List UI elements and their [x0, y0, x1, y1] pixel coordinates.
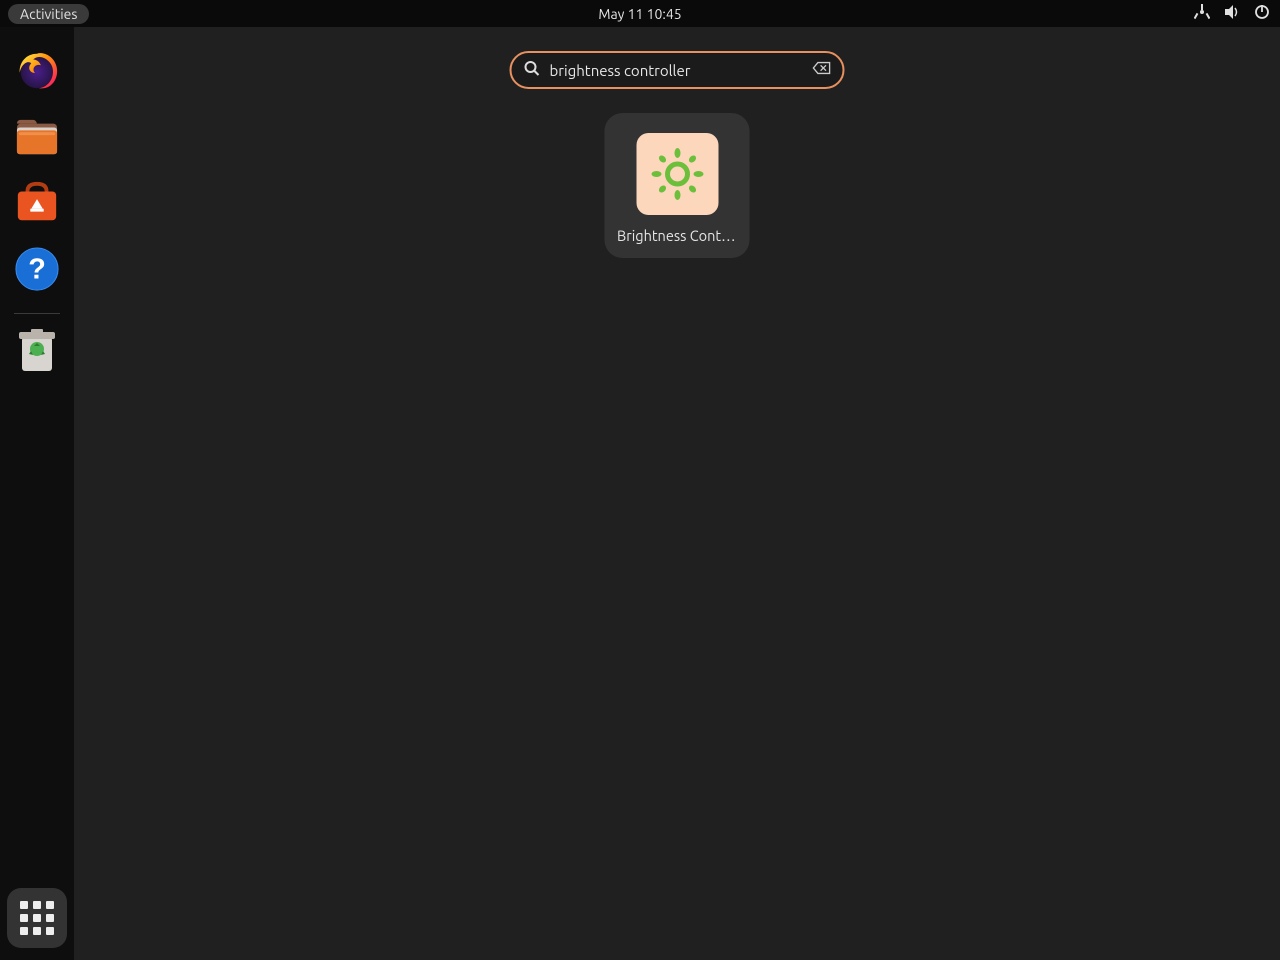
apps-grid-icon — [20, 901, 54, 935]
top-bar: Activities May 11 10:45 — [0, 0, 1280, 27]
help-icon: ? — [14, 246, 60, 292]
volume-icon[interactable] — [1224, 4, 1240, 23]
search-field[interactable] — [510, 51, 845, 89]
search-result-label: Brightness Controller — [617, 227, 737, 244]
dock-files[interactable] — [13, 113, 61, 161]
trash-icon — [17, 329, 57, 375]
svg-text:?: ? — [28, 254, 46, 286]
firefox-icon — [14, 48, 60, 94]
dock-separator — [14, 313, 60, 314]
network-icon[interactable] — [1194, 4, 1210, 23]
dock-trash[interactable] — [13, 328, 61, 376]
files-icon — [14, 116, 60, 158]
dock-help[interactable]: ? — [13, 245, 61, 293]
activities-button[interactable]: Activities — [8, 4, 89, 24]
power-icon[interactable] — [1254, 4, 1270, 23]
search-input[interactable] — [550, 62, 803, 79]
search-result-app[interactable]: Brightness Controller — [605, 113, 750, 258]
show-applications-button[interactable] — [7, 888, 67, 948]
search-icon — [524, 60, 540, 80]
overview-area: Brightness Controller — [74, 27, 1280, 960]
clear-search-icon[interactable] — [813, 61, 831, 79]
software-icon — [14, 180, 60, 226]
dock-firefox[interactable] — [13, 47, 61, 95]
system-tray[interactable] — [1194, 4, 1270, 23]
clock[interactable]: May 11 10:45 — [598, 6, 681, 22]
dock: ? — [0, 27, 74, 960]
brightness-controller-icon — [636, 133, 718, 215]
dock-software[interactable] — [13, 179, 61, 227]
